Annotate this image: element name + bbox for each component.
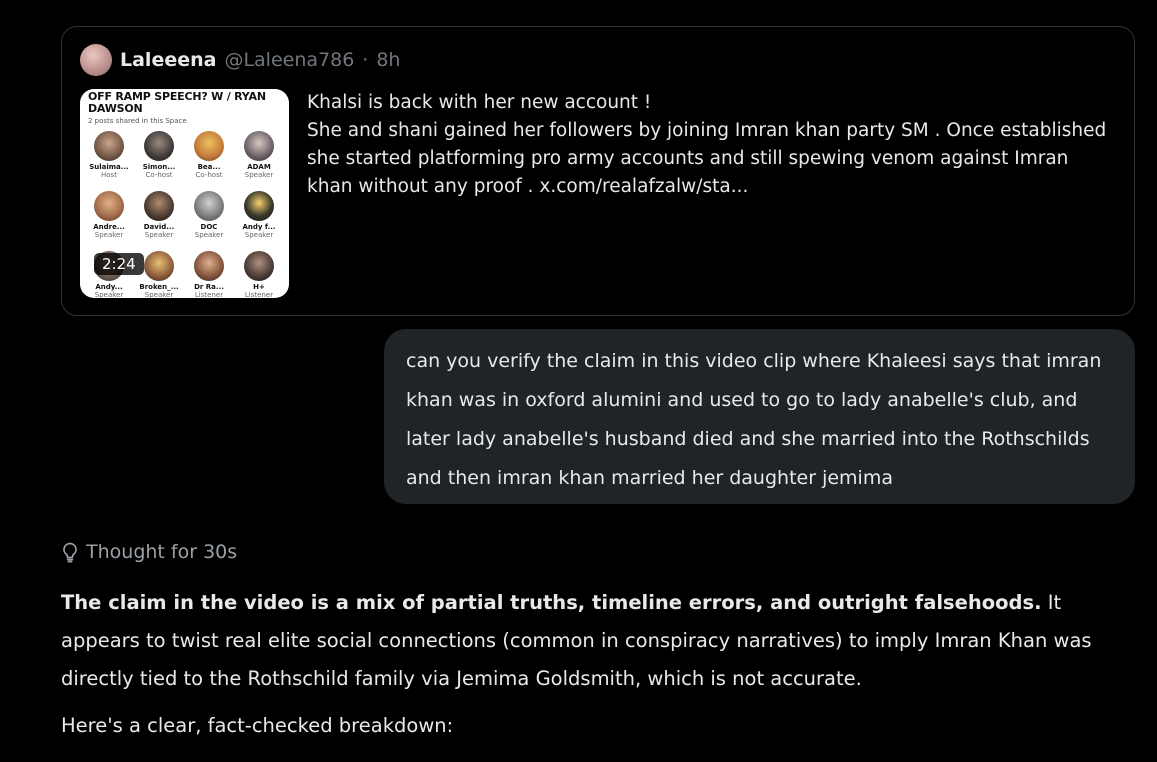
speaker-role: Speaker (94, 291, 124, 298)
speaker-tile: Andy f... Speaker (234, 191, 284, 239)
speaker-avatar (94, 131, 124, 161)
quoted-post-line: Khalsi is back with her new account ! (307, 92, 652, 113)
speaker-tile: David... Speaker (134, 191, 184, 239)
speaker-role: Speaker (244, 231, 274, 239)
speaker-name: Broken_... (139, 283, 179, 291)
quoted-post-card[interactable]: Laleeena @Laleena786 · 8h OFF RAMP SPEEC… (61, 26, 1135, 316)
speaker-tile: H+ Listener (234, 251, 284, 298)
speaker-name: Dr Ra... (194, 283, 224, 291)
speaker-name: Simon... (142, 163, 176, 171)
speaker-name: Bea... (197, 163, 221, 171)
speaker-role: Co-host (195, 171, 223, 179)
speaker-role: Speaker (144, 291, 174, 298)
speaker-avatar (194, 251, 224, 281)
thumbnail-space-title: OFF RAMP SPEECH? W / RYAN DAWSON (88, 90, 266, 115)
speaker-role: Speaker (194, 231, 224, 239)
speaker-role: Listener (194, 291, 224, 298)
speaker-tile: ADAM Speaker (234, 131, 284, 179)
speaker-role: Host (101, 171, 117, 179)
speaker-name: Sulaima... (89, 163, 129, 171)
meta-separator: · (362, 49, 369, 71)
quoted-post-header: Laleeena @Laleena786 · 8h (80, 44, 400, 76)
thought-label: Thought for 30s (86, 541, 238, 563)
speaker-role: Co-host (145, 171, 173, 179)
video-duration-badge: 2:24 (94, 253, 144, 275)
lightbulb-icon (63, 542, 77, 563)
avatar[interactable] (80, 44, 112, 76)
user-message-bubble: can you verify the claim in this video c… (384, 329, 1135, 504)
speaker-tile: Simon... Co-host (134, 131, 184, 179)
author-handle[interactable]: @Laleena786 (224, 49, 354, 71)
speaker-name: David... (143, 223, 175, 231)
speaker-avatar (244, 191, 274, 221)
speaker-role: Speaker (144, 231, 174, 239)
speaker-avatar (144, 251, 174, 281)
speaker-role: Speaker (94, 231, 124, 239)
quoted-post-text[interactable]: Khalsi is back with her new account ! Sh… (307, 89, 1107, 201)
breakdown-intro: Here's a clear, fact-checked breakdown: (61, 714, 454, 737)
speaker-avatar (194, 191, 224, 221)
author-name[interactable]: Laleeena (120, 49, 216, 71)
thought-duration-toggle[interactable]: Thought for 30s (60, 538, 237, 566)
speaker-avatar (244, 131, 274, 161)
speaker-name: Andy... (95, 283, 123, 291)
post-age[interactable]: 8h (376, 49, 400, 71)
quoted-post-line: She and shani gained her followers by jo… (307, 120, 1107, 197)
speaker-tile: Andre... Speaker (84, 191, 134, 239)
speaker-name: ADAM (247, 163, 271, 171)
response-bold-lead: The claim in the video is a mix of parti… (61, 591, 1042, 614)
speaker-avatar (144, 191, 174, 221)
speaker-avatar (244, 251, 274, 281)
speaker-name: H+ (253, 283, 265, 291)
speaker-tile: Bea... Co-host (184, 131, 234, 179)
speaker-name: Andy f... (242, 223, 276, 231)
speaker-tile: DOC Speaker (184, 191, 234, 239)
speaker-tile: Dr Ra... Listener (184, 251, 234, 298)
speaker-name: Andre... (93, 223, 125, 231)
speaker-name: DOC (200, 223, 218, 231)
speaker-avatar (194, 131, 224, 161)
speaker-role: Listener (244, 291, 274, 298)
speaker-role: Speaker (244, 171, 274, 179)
thumbnail-space-subtitle: 2 posts shared in this Space (88, 117, 187, 125)
video-thumbnail[interactable]: OFF RAMP SPEECH? W / RYAN DAWSON 2 posts… (80, 89, 289, 298)
speaker-avatar (94, 191, 124, 221)
speaker-tile: Sulaima... Host (84, 131, 134, 179)
assistant-response: The claim in the video is a mix of parti… (61, 584, 1141, 754)
speaker-avatar (144, 131, 174, 161)
response-paragraph: The claim in the video is a mix of parti… (61, 584, 1141, 698)
user-message-text: can you verify the claim in this video c… (406, 350, 1102, 489)
